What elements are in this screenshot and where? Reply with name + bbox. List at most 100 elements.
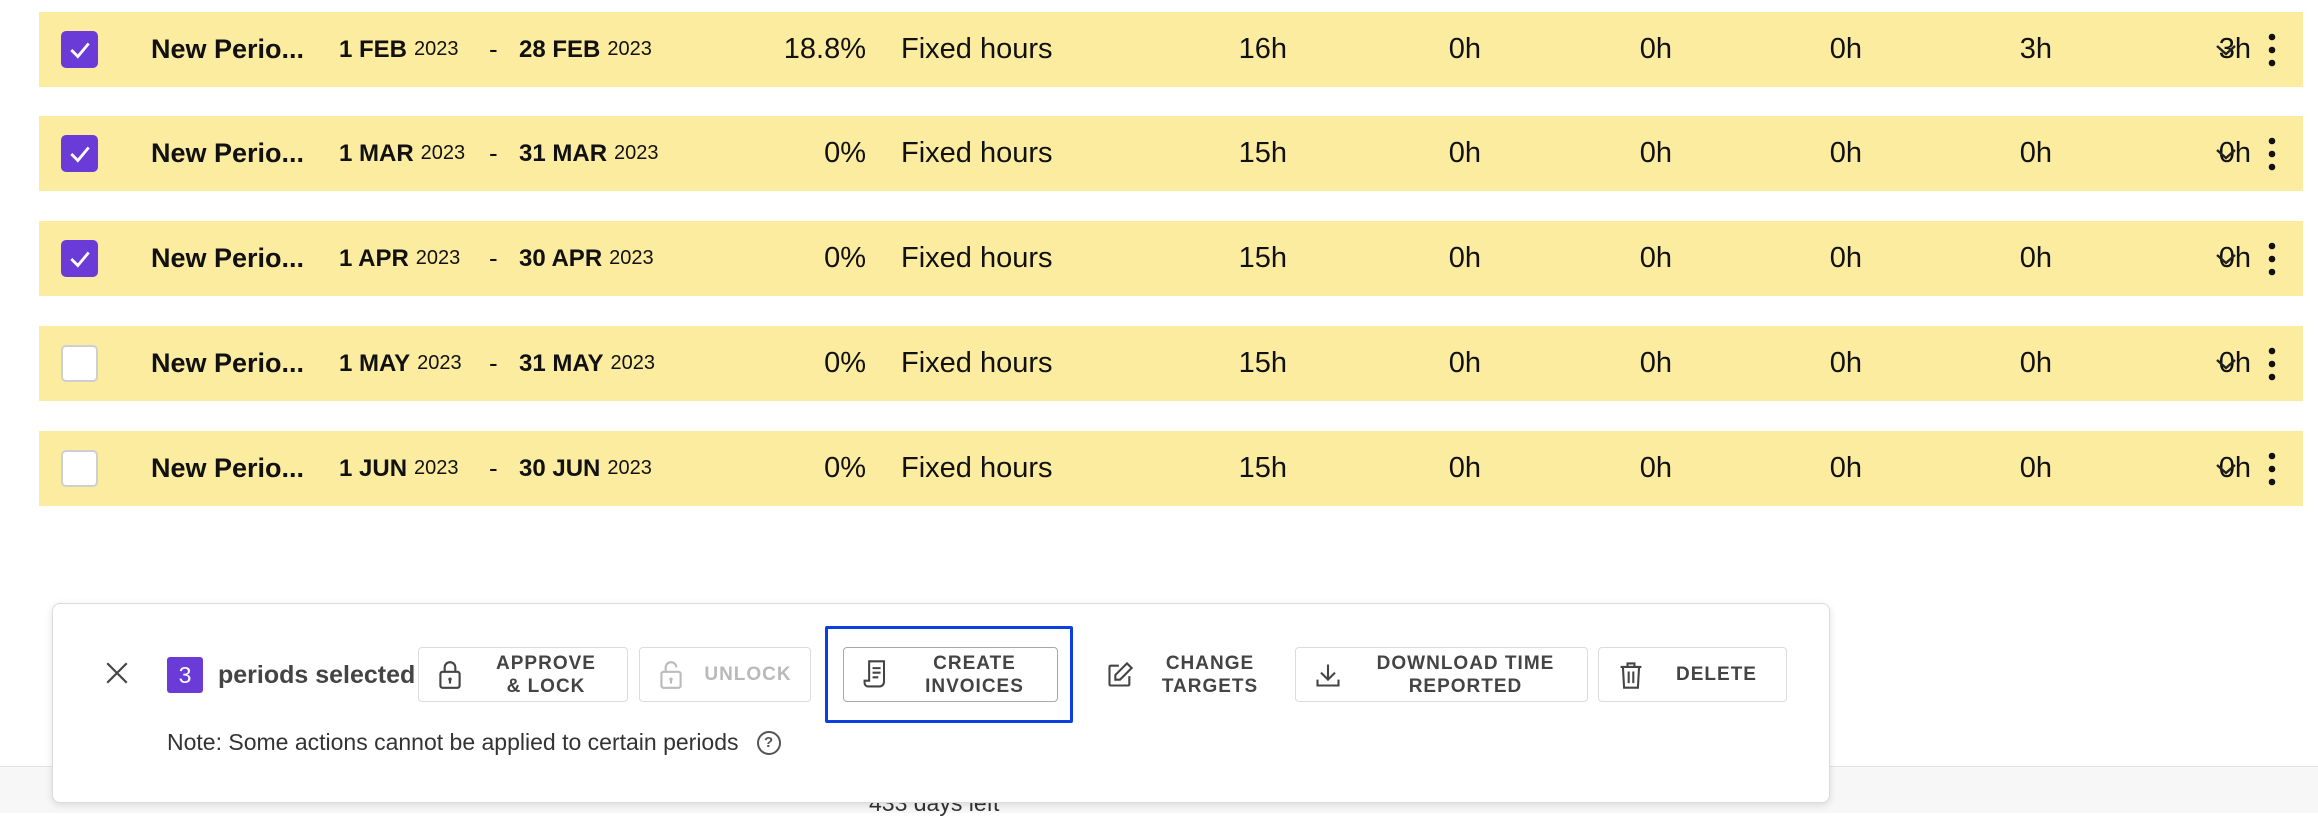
end-year: 2023 — [614, 142, 659, 164]
end-day: 31 MAY — [519, 349, 604, 377]
start-day: 1 FEB — [339, 35, 408, 63]
check-icon — [69, 146, 90, 163]
download-time-label: DOWNLOAD TIME REPORTED — [1376, 652, 1555, 697]
row-checkbox[interactable] — [61, 345, 98, 382]
hours-col-3: 0h — [1639, 242, 1672, 274]
hours-col-4: 0h — [1829, 242, 1862, 274]
period-name[interactable]: New Perio... — [151, 431, 304, 506]
kebab-icon — [2268, 137, 2276, 170]
hours-col-3: 0h — [1639, 137, 1672, 169]
row-checkbox[interactable] — [61, 450, 98, 487]
row-checkbox[interactable] — [61, 135, 98, 172]
hours-col-5: 0h — [2019, 242, 2052, 274]
hours-col-2: 0h — [1448, 33, 1481, 65]
period-type: Fixed hours — [901, 452, 1053, 484]
invoice-icon — [863, 659, 886, 687]
hours-col-5: 0h — [2019, 347, 2052, 379]
hours-col-5: 0h — [2019, 137, 2052, 169]
period-percent: 18.8% — [783, 33, 866, 65]
period-row[interactable]: New Perio... 1 APR 2023 - 30 APR 2023 0% F… — [39, 221, 2303, 296]
hours-col-2: 0h — [1448, 347, 1481, 379]
selection-note: Note: Some actions cannot be applied to … — [167, 729, 781, 756]
period-start-date: 1 JUN 2023 — [339, 431, 459, 506]
kebab-icon — [2268, 347, 2276, 380]
create-invoices-button[interactable]: CREATE INVOICES — [843, 647, 1058, 702]
expand-row-button[interactable] — [2211, 116, 2241, 191]
hours-col-2: 0h — [1448, 242, 1481, 274]
change-targets-button[interactable]: CHANGE TARGETS — [1087, 647, 1285, 702]
hours-col-4: 0h — [1829, 452, 1862, 484]
hours-col-1: 15h — [1238, 347, 1287, 379]
delete-label: DELETE — [1676, 664, 1757, 685]
row-menu-button[interactable] — [2257, 431, 2287, 506]
period-name[interactable]: New Perio... — [151, 326, 304, 401]
period-percent: 0% — [824, 137, 866, 169]
close-icon — [106, 662, 128, 684]
hours-col-1: 15h — [1238, 452, 1287, 484]
row-menu-button[interactable] — [2257, 326, 2287, 401]
period-type: Fixed hours — [901, 33, 1053, 65]
expand-row-button[interactable] — [2211, 431, 2241, 506]
unlock-label: UNLOCK — [704, 664, 792, 685]
period-end-date: 31 MAY 2023 — [519, 326, 655, 401]
delete-button[interactable]: DELETE — [1598, 647, 1787, 702]
unlock-button[interactable]: UNLOCK — [639, 647, 811, 702]
expand-row-button[interactable] — [2211, 12, 2241, 87]
period-type: Fixed hours — [901, 347, 1053, 379]
period-start-date: 1 MAY 2023 — [339, 326, 462, 401]
help-icon[interactable]: ? — [756, 730, 781, 755]
download-time-reported-button[interactable]: DOWNLOAD TIME REPORTED — [1295, 647, 1588, 702]
end-day: 28 FEB — [519, 35, 601, 63]
hours-col-1: 15h — [1238, 242, 1287, 274]
date-separator: - — [489, 34, 498, 64]
date-separator: - — [489, 348, 498, 378]
row-menu-button[interactable] — [2257, 116, 2287, 191]
period-row[interactable]: New Perio... 1 MAY 2023 - 31 MAY 2023 0% F… — [39, 326, 2303, 401]
hours-col-1: 16h — [1238, 33, 1287, 65]
period-name[interactable]: New Perio... — [151, 12, 304, 87]
period-name[interactable]: New Perio... — [151, 116, 304, 191]
period-row[interactable]: New Perio... 1 JUN 2023 - 30 JUN 2023 0% F… — [39, 431, 2303, 506]
expand-row-button[interactable] — [2211, 326, 2241, 401]
unlock-icon — [660, 660, 682, 689]
start-year: 2023 — [414, 38, 459, 60]
expand-row-button[interactable] — [2211, 221, 2241, 296]
hours-col-3: 0h — [1639, 347, 1672, 379]
period-row[interactable]: New Perio... 1 FEB 2023 - 28 FEB 2023 18.8… — [39, 12, 2303, 87]
period-name[interactable]: New Perio... — [151, 221, 304, 296]
period-start-date: 1 APR 2023 — [339, 221, 460, 296]
approve-lock-button[interactable]: APPROVE & LOCK — [418, 647, 628, 702]
hours-col-4: 0h — [1829, 347, 1862, 379]
close-selection-button[interactable] — [100, 656, 134, 690]
row-checkbox[interactable] — [61, 240, 98, 277]
change-targets-label: CHANGE TARGETS — [1161, 652, 1259, 697]
start-year: 2023 — [415, 247, 461, 269]
hours-col-4: 0h — [1829, 137, 1862, 169]
start-year: 2023 — [420, 142, 466, 164]
end-year: 2023 — [607, 457, 652, 479]
date-separator: - — [489, 138, 498, 168]
period-percent: 0% — [824, 242, 866, 274]
trash-icon — [1620, 661, 1642, 689]
end-day: 30 JUN — [519, 454, 601, 482]
hours-col-3: 0h — [1639, 33, 1672, 65]
hours-col-2: 0h — [1448, 137, 1481, 169]
hours-col-2: 0h — [1448, 452, 1481, 484]
row-checkbox[interactable] — [61, 31, 98, 68]
kebab-icon — [2268, 452, 2276, 485]
start-day: 1 MAR — [339, 139, 414, 167]
hours-col-4: 0h — [1829, 33, 1862, 65]
kebab-icon — [2268, 242, 2276, 275]
selected-count-badge: 3 — [167, 657, 203, 693]
kebab-icon — [2268, 33, 2276, 66]
hours-col-5: 0h — [2019, 452, 2052, 484]
date-separator: - — [489, 243, 498, 273]
lock-icon — [439, 660, 461, 689]
chevron-down-icon — [2216, 463, 2236, 475]
row-menu-button[interactable] — [2257, 221, 2287, 296]
end-year: 2023 — [610, 352, 656, 374]
start-day: 1 APR — [339, 244, 409, 272]
selection-note-text: Note: Some actions cannot be applied to … — [167, 729, 739, 755]
row-menu-button[interactable] — [2257, 12, 2287, 87]
period-row[interactable]: New Perio... 1 MAR 2023 - 31 MAR 2023 0% F… — [39, 116, 2303, 191]
